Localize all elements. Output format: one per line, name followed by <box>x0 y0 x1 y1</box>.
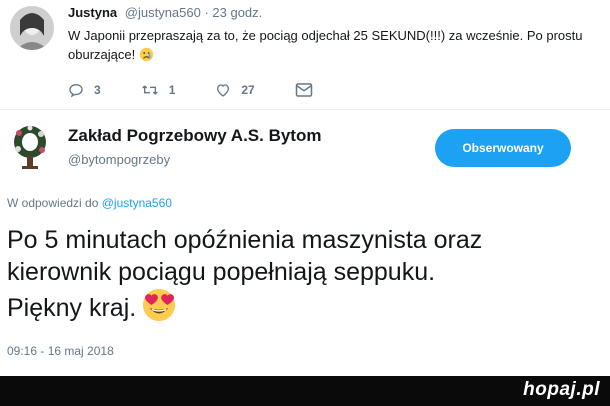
reply-line-3: Piękny kraj. <box>7 294 137 322</box>
reply-line-2: kierownik pociągu popełniają seppuku. <box>7 258 436 286</box>
avatar-funeral-home[interactable] <box>10 124 50 170</box>
reply-author-handle[interactable]: @bytompogrzeby <box>68 152 170 167</box>
heart-icon <box>217 84 230 97</box>
watermark-bar: hopaj.pl <box>0 376 610 406</box>
retweet-action[interactable]: 1 <box>141 82 176 98</box>
replying-to-link[interactable]: @justyna560 <box>102 196 172 210</box>
like-count: 27 <box>241 83 255 97</box>
site-logo[interactable]: hopaj.pl <box>523 379 600 401</box>
replying-to-label: W odpowiedzi do <box>7 196 102 210</box>
heart-eyes-emoji-icon <box>142 288 176 322</box>
author-name[interactable]: Justyna <box>68 5 117 20</box>
replying-to: W odpowiedzi do @justyna560 <box>7 196 172 210</box>
reply-author-name[interactable]: Zakład Pogrzebowy A.S. Bytom <box>68 126 321 146</box>
reply-text: Po 5 minutach opóźnienia maszynista oraz… <box>7 224 597 324</box>
like-action[interactable]: 27 <box>215 82 255 98</box>
reply-line-3-wrap: Piękny kraj. <box>7 288 597 324</box>
reply-action[interactable]: 3 <box>68 82 101 98</box>
reply-icon <box>69 83 83 98</box>
tweet-text: W Japonii przepraszają za to, że pociąg … <box>68 26 598 64</box>
author-meta: @justyna560 · 23 godz. <box>124 5 263 20</box>
envelope-icon <box>295 83 312 97</box>
worried-face-icon <box>139 47 154 62</box>
reply-account-header: Zakład Pogrzebowy A.S. Bytom @bytompogrz… <box>0 114 610 194</box>
original-tweet: Justyna @justyna560 · 23 godz. W Japonii… <box>0 0 610 110</box>
tweet-header: Justyna @justyna560 · 23 godz. <box>68 5 262 20</box>
following-button[interactable]: Obserwowany <box>435 129 571 167</box>
reply-timestamp[interactable]: 09:16 - 16 maj 2018 <box>7 344 114 358</box>
reply-count: 3 <box>94 83 101 97</box>
message-action[interactable] <box>295 82 323 98</box>
retweet-icon <box>141 85 158 95</box>
avatar-justyna[interactable] <box>10 6 54 50</box>
retweet-count: 1 <box>168 83 176 97</box>
tweet-actions: 3 1 27 <box>68 80 363 100</box>
reply-line-1: Po 5 minutach opóźnienia maszynista oraz <box>7 226 483 254</box>
